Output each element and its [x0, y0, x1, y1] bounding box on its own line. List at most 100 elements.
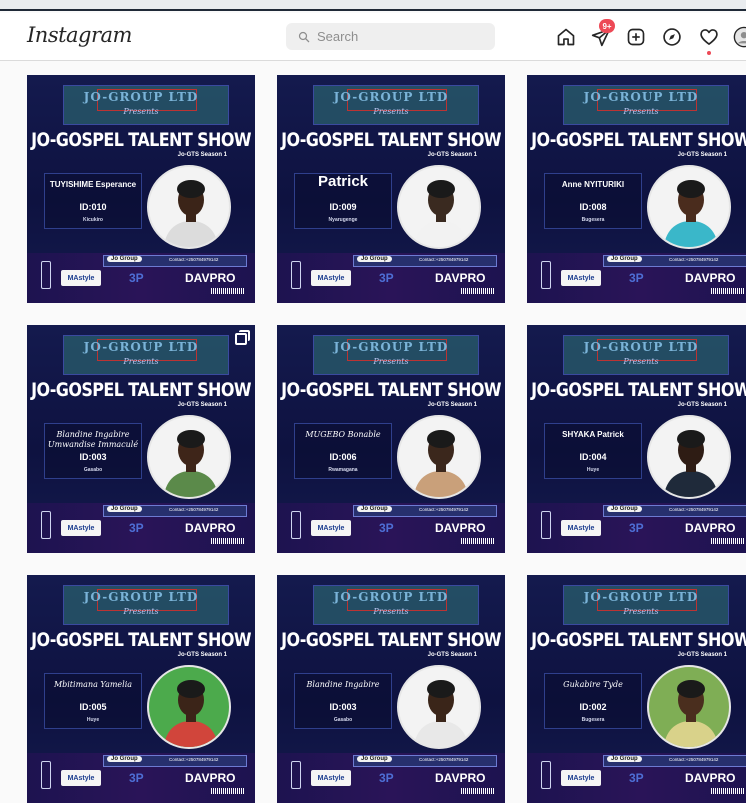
contestant-id: ID:003 [329, 702, 357, 712]
sponsor-logo-left: MAstyle [311, 770, 351, 786]
poster-brand: JO-GROUP LTD [333, 590, 449, 604]
poster-footer-frame [291, 511, 301, 539]
contestant-photo [397, 165, 481, 249]
barcode [461, 288, 495, 294]
person-silhouette-icon [663, 430, 719, 497]
contestant-district: Nyarugenge [328, 217, 358, 223]
post-tile[interactable]: JO-GROUP LTD Presents JO-GOSPEL TALENT S… [277, 575, 505, 803]
contestant-district: Huye [586, 467, 600, 473]
messenger-icon[interactable]: 9+ [589, 19, 615, 49]
contestant-district: Gasabo [83, 467, 103, 473]
poster-footer-frame [291, 761, 301, 789]
contestant-name: MUGEBO Bonable [305, 430, 381, 439]
search-input[interactable] [317, 29, 487, 44]
poster-footer-frame [41, 261, 51, 289]
poster-show-title: JO-GOSPEL TALENT SHOW [531, 378, 746, 401]
instagram-logo[interactable]: Instagram [27, 23, 132, 47]
home-icon[interactable] [554, 25, 578, 49]
post-tile[interactable]: JO-GROUP LTD Presents JO-GOSPEL TALENT S… [277, 75, 505, 303]
barcode [461, 538, 495, 544]
contestant-district: Gasabo [333, 717, 353, 723]
post-tile[interactable]: JO-GROUP LTD Presents JO-GOSPEL TALENT S… [27, 75, 255, 303]
poster-brand: JO-GROUP LTD [583, 590, 699, 604]
sponsor-logo-left: MAstyle [61, 270, 101, 286]
sponsor-logo-left: MAstyle [61, 770, 101, 786]
poster-presents: Presents [623, 357, 659, 366]
contestant-name: SHYAKA Patrick [562, 430, 624, 439]
search-box[interactable] [286, 23, 495, 50]
contestant-namebox: Mbitimana Yamelia ID:005 Huye [44, 673, 142, 729]
sponsor-logo-right: DAVPRO [185, 771, 236, 785]
sponsor-logo-left: MAstyle [61, 520, 101, 536]
poster-presents: Presents [123, 357, 159, 366]
poster-brand: JO-GROUP LTD [333, 90, 449, 104]
poster-footer: Jo Group Contact:+250784979142 MAstyle 3… [27, 753, 255, 803]
poster-brand: JO-GROUP LTD [583, 340, 699, 354]
barcode [461, 788, 495, 794]
poster-show-title: JO-GOSPEL TALENT SHOW [31, 378, 251, 401]
poster-brand: JO-GROUP LTD [83, 590, 199, 604]
contestant-id: ID:004 [579, 452, 607, 462]
sponsor-logo-mid: 3P [129, 271, 144, 285]
poster-brand: JO-GROUP LTD [83, 340, 199, 354]
sponsor-logo-left: MAstyle [561, 270, 601, 286]
poster-contact: Contact:+250784979142 [169, 757, 219, 762]
profile-avatar[interactable] [732, 25, 746, 49]
post-tile[interactable]: JO-GROUP LTD Presents JO-GOSPEL TALENT S… [277, 325, 505, 553]
contestant-name: Mbitimana Yamelia [53, 680, 133, 689]
barcode [711, 288, 745, 294]
post-tile[interactable]: JO-GROUP LTD Presents JO-GOSPEL TALENT S… [27, 325, 255, 553]
person-silhouette-icon [413, 430, 469, 497]
poster-show-title: JO-GOSPEL TALENT SHOW [31, 128, 251, 151]
sponsor-logo-mid: 3P [379, 271, 394, 285]
poster-contact: Contact:+250784979142 [669, 507, 719, 512]
poster-presents: Presents [123, 607, 159, 616]
post-tile[interactable]: JO-GROUP LTD Presents JO-GOSPEL TALENT S… [527, 575, 746, 803]
contestant-id: ID:009 [329, 202, 357, 212]
poster-footer: Jo Group Contact:+250784979142 MAstyle 3… [527, 253, 746, 303]
contestant-namebox: MUGEBO Bonable ID:006 Rwamagana [294, 423, 392, 479]
poster-season: Jo-GTS Season 1 [677, 402, 727, 408]
contestant-id: ID:002 [579, 702, 607, 712]
poster-footer-frame [291, 261, 301, 289]
sponsor-logo-mid: 3P [379, 771, 394, 785]
poster-season: Jo-GTS Season 1 [427, 152, 477, 158]
jo-group-logo: Jo Group [607, 506, 642, 512]
post-tile[interactable]: JO-GROUP LTD Presents JO-GOSPEL TALENT S… [27, 575, 255, 803]
contestant-id: ID:008 [579, 202, 607, 212]
poster-contact: Contact:+250784979142 [419, 507, 469, 512]
contestant-photo [397, 665, 481, 749]
activity-heart-icon[interactable] [697, 25, 721, 55]
contestant-district: Huye [86, 717, 100, 723]
contestant-name: Blandine Ingabire Umwandise Immaculé [47, 430, 139, 449]
barcode [211, 288, 245, 294]
poster-season: Jo-GTS Season 1 [677, 152, 727, 158]
sponsor-logo-mid: 3P [129, 771, 144, 785]
contestant-district: Rwamagana [328, 467, 358, 473]
top-navigation-bar: Instagram 9+ [0, 13, 746, 61]
poster-season: Jo-GTS Season 1 [177, 152, 227, 158]
contestant-district: Kicukiro [82, 217, 103, 223]
contestant-name: Blandine Ingabire [306, 680, 380, 689]
poster-footer: Jo Group Contact:+250784979142 MAstyle 3… [277, 503, 505, 553]
post-tile[interactable]: JO-GROUP LTD Presents JO-GOSPEL TALENT S… [527, 325, 746, 553]
explore-icon[interactable] [660, 25, 684, 49]
contestant-photo [147, 165, 231, 249]
contestant-photo [647, 415, 731, 499]
poster-brand: JO-GROUP LTD [333, 340, 449, 354]
poster-footer: Jo Group Contact:+250784979142 MAstyle 3… [527, 503, 746, 553]
jo-group-logo: Jo Group [107, 256, 142, 262]
contestant-photo [647, 665, 731, 749]
sponsor-logo-left: MAstyle [561, 770, 601, 786]
poster-footer: Jo Group Contact:+250784979142 MAstyle 3… [277, 753, 505, 803]
contestant-name: Gukabire Tyde [563, 680, 623, 689]
post-tile[interactable]: JO-GROUP LTD Presents JO-GOSPEL TALENT S… [527, 75, 746, 303]
sponsor-logo-right: DAVPRO [685, 521, 736, 535]
new-post-icon[interactable] [624, 25, 648, 49]
poster-footer-frame [541, 261, 551, 289]
jo-group-logo: Jo Group [357, 256, 392, 262]
sponsor-logo-mid: 3P [629, 521, 644, 535]
contestant-photo [397, 415, 481, 499]
poster-presents: Presents [623, 607, 659, 616]
sponsor-logo-mid: 3P [629, 771, 644, 785]
